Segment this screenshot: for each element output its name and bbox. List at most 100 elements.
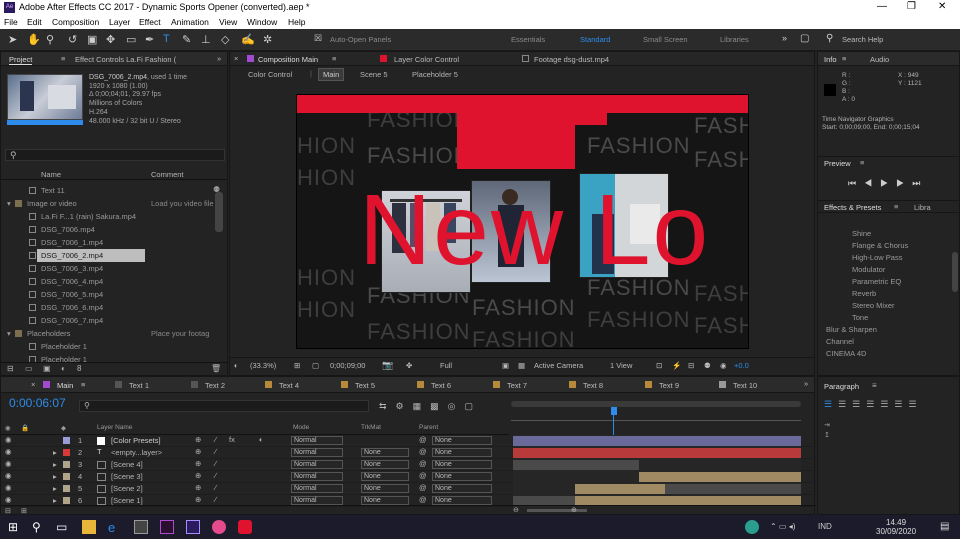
- tab-text5[interactable]: Text 5: [355, 381, 375, 390]
- column-parent[interactable]: Parent: [419, 424, 438, 431]
- tab-footage[interactable]: Footage dsg-dust.mp4: [534, 55, 609, 64]
- timecode-display[interactable]: 0;00;09;00: [330, 361, 365, 370]
- app-icon[interactable]: [212, 520, 226, 534]
- mode-dropdown[interactable]: Normal: [291, 448, 343, 457]
- type-tool-icon[interactable]: T: [163, 33, 170, 45]
- tab-text1[interactable]: Text 1: [129, 381, 149, 390]
- new-folder-icon[interactable]: ▭: [25, 364, 33, 373]
- notifications-icon[interactable]: ▤: [940, 521, 949, 532]
- minimize-icon[interactable]: —: [877, 1, 887, 12]
- folder-expand-icon[interactable]: ▾: [7, 329, 11, 338]
- menu-animation[interactable]: Animation: [171, 17, 209, 27]
- visibility-eye-icon[interactable]: ◉: [5, 495, 12, 504]
- list-item[interactable]: DSG_7006_6.mp4: [1, 301, 223, 314]
- mode-dropdown[interactable]: Normal: [291, 472, 343, 481]
- align-right-icon[interactable]: ☰: [852, 399, 866, 409]
- visibility-eye-icon[interactable]: ◉: [5, 459, 12, 468]
- effect-category[interactable]: Channel: [826, 337, 854, 346]
- list-item[interactable]: DSG_7006_5.mp4: [1, 288, 223, 301]
- breadcrumb-color-control[interactable]: Color Control: [248, 70, 292, 79]
- menu-layer[interactable]: Layer: [109, 17, 130, 27]
- effect-item[interactable]: High-Low Pass: [852, 253, 902, 262]
- layer-bar[interactable]: [513, 448, 801, 458]
- zoom-out-icon[interactable]: ⊖: [513, 506, 519, 514]
- app-tray-icon[interactable]: [745, 520, 759, 534]
- after-effects-icon[interactable]: [186, 520, 200, 534]
- always-preview-icon[interactable]: ◐: [234, 361, 239, 370]
- column-name[interactable]: Name: [41, 170, 61, 179]
- checkbox-icon[interactable]: ☒: [314, 33, 322, 44]
- close-icon[interactable]: ✕: [938, 1, 946, 12]
- pickwhip-icon[interactable]: @: [419, 471, 427, 480]
- pen-tool-icon[interactable]: ✒: [145, 33, 154, 46]
- pickwhip-icon[interactable]: @: [419, 483, 427, 492]
- quality-icon[interactable]: ∕: [215, 471, 216, 480]
- effect-category[interactable]: Blur & Sharpen: [826, 325, 877, 334]
- timeline-search-input[interactable]: ⚲: [79, 400, 369, 412]
- app-icon[interactable]: [134, 520, 148, 534]
- pickwhip-icon[interactable]: @: [419, 447, 427, 456]
- time-ruler[interactable]: [511, 399, 801, 425]
- effect-item[interactable]: Modulator: [852, 265, 885, 274]
- list-item-selected[interactable]: DSG_7006_2.mp4: [1, 249, 223, 262]
- zoom-tool-icon[interactable]: ⚲: [46, 33, 54, 46]
- space-before-icon[interactable]: ↥: [824, 431, 830, 441]
- mode-dropdown[interactable]: Normal: [291, 496, 343, 505]
- label-icon[interactable]: ◆: [61, 424, 66, 432]
- tab-effects-presets[interactable]: Effects & Presets: [824, 203, 881, 212]
- fx-icon[interactable]: fx: [229, 435, 235, 444]
- exposure-value[interactable]: +0.0: [734, 361, 749, 370]
- layer-name[interactable]: <empty...layer>: [111, 448, 162, 457]
- menu-window[interactable]: Window: [247, 17, 277, 27]
- selection-tool-icon[interactable]: ➤: [8, 33, 17, 46]
- column-mode[interactable]: Mode: [293, 424, 309, 431]
- layer-bar[interactable]: [513, 436, 801, 446]
- layer-bar[interactable]: [513, 460, 639, 470]
- tray-icons[interactable]: ⌃ ▭ ◂): [770, 522, 795, 531]
- tab-layer[interactable]: Layer Color Control: [394, 55, 459, 64]
- menu-icon[interactable]: ≡: [61, 54, 65, 63]
- indent-left-icon[interactable]: ⇥: [824, 421, 830, 431]
- list-item[interactable]: DSG_7006_1.mp4: [1, 236, 223, 249]
- column-comment[interactable]: Comment: [151, 170, 184, 179]
- justify-right-icon[interactable]: ☰: [894, 399, 908, 409]
- folder-expand-icon[interactable]: ▾: [7, 199, 11, 208]
- layer-name[interactable]: [Scene 2]: [111, 484, 143, 493]
- tab-text6[interactable]: Text 6: [431, 381, 451, 390]
- shy-icon[interactable]: ⊕: [195, 435, 201, 444]
- trkmat-dropdown[interactable]: None: [361, 448, 409, 457]
- bit-depth-icon[interactable]: ◐: [61, 364, 66, 373]
- timeline-timecode[interactable]: 0:00:06:07: [9, 396, 66, 410]
- quality-icon[interactable]: ∕: [215, 495, 216, 504]
- clock[interactable]: 14.49 30/09/2020: [876, 518, 916, 536]
- justify-left-icon[interactable]: ☰: [866, 399, 880, 409]
- menu-icon[interactable]: ≡: [894, 202, 898, 211]
- effect-item[interactable]: Shine: [852, 229, 871, 238]
- effect-item[interactable]: Reverb: [852, 289, 876, 298]
- clone-stamp-tool-icon[interactable]: ⊥: [201, 33, 211, 46]
- quality-icon[interactable]: ∕: [215, 459, 216, 468]
- camera-snapshot-icon[interactable]: 📷: [382, 360, 393, 371]
- menu-composition[interactable]: Composition: [52, 17, 99, 27]
- motion-blur-icon[interactable]: ◎: [448, 401, 465, 411]
- justify-center-icon[interactable]: ☰: [880, 399, 894, 409]
- menu-icon[interactable]: ≡: [842, 54, 846, 63]
- menu-icon[interactable]: ≡: [81, 380, 85, 389]
- trkmat-dropdown[interactable]: None: [361, 460, 409, 469]
- workspace-standard[interactable]: Standard: [580, 35, 610, 44]
- pickwhip-icon[interactable]: @: [419, 495, 427, 504]
- puppet-tool-icon[interactable]: ✲: [263, 33, 272, 46]
- trkmat-dropdown[interactable]: None: [361, 496, 409, 505]
- menu-icon[interactable]: ≡: [332, 54, 336, 63]
- mode-dropdown[interactable]: Normal: [291, 436, 343, 445]
- list-item[interactable]: Placeholder 1: [1, 340, 223, 353]
- layer-bar[interactable]: [665, 484, 801, 494]
- file-explorer-icon[interactable]: [82, 520, 96, 534]
- workspace-essentials[interactable]: Essentials: [511, 35, 545, 44]
- tab-info[interactable]: Info: [824, 55, 837, 64]
- tab-text9[interactable]: Text 9: [659, 381, 679, 390]
- zoom-in-icon[interactable]: ⊕: [571, 506, 577, 514]
- visibility-eye-icon[interactable]: ◉: [5, 447, 12, 456]
- quality-icon[interactable]: ∕: [215, 435, 216, 444]
- workspace-menu-icon[interactable]: »: [782, 33, 787, 43]
